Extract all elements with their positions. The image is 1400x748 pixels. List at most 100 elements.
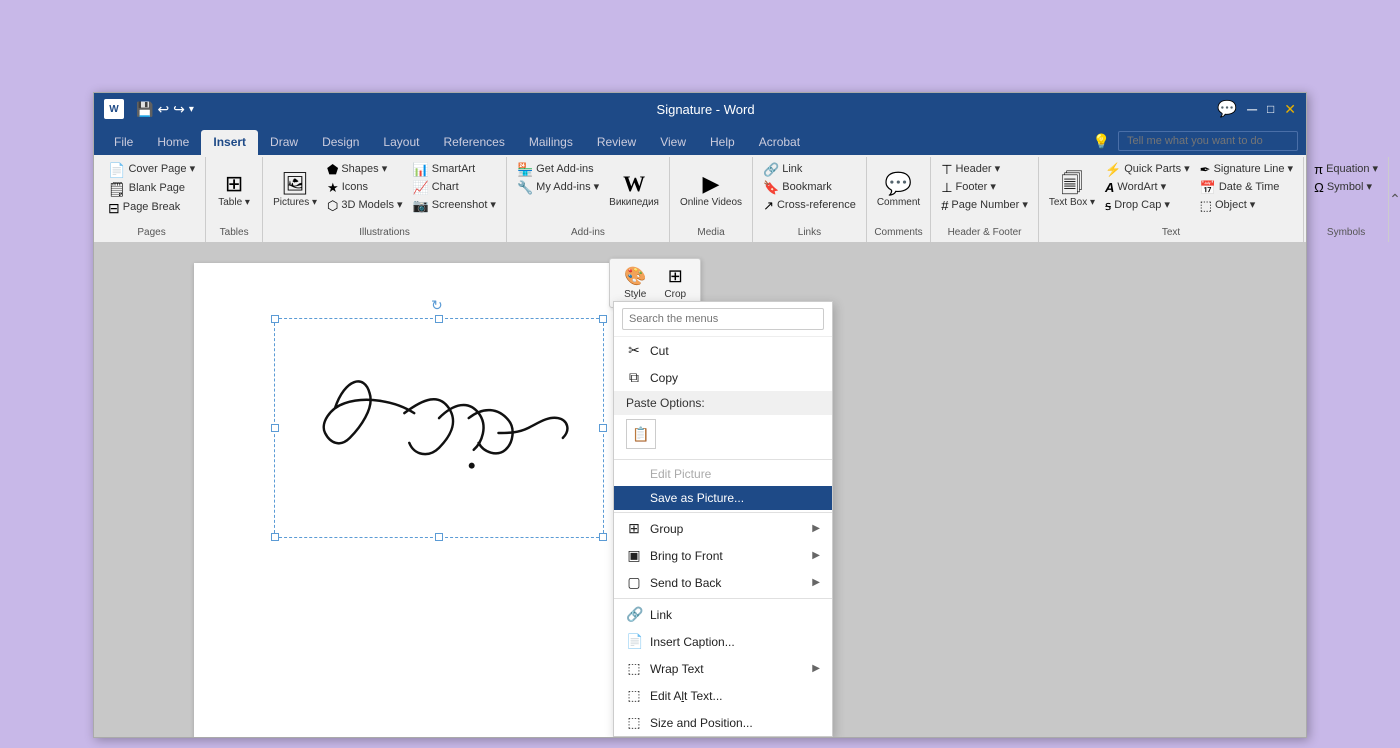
paste-options-row: 📋 [614,415,832,457]
edit-alt-text-menu-item[interactable]: ⬚ Edit Alt Text... [614,682,832,709]
size-position-icon: ⬚ [626,714,642,731]
link-menu-item[interactable]: 🔗 Link [614,601,832,628]
tab-draw[interactable]: Draw [258,130,310,155]
ribbon-collapse[interactable]: ⌃ [1389,157,1400,242]
close-button[interactable]: ✕ [1284,101,1296,118]
title-right: 💬 ─ □ ✕ [1217,99,1296,119]
wrap-text-menu-item[interactable]: ⬚ Wrap Text ▶ [614,655,832,682]
send-back-icon: ▢ [626,574,642,591]
resize-handle-tc[interactable] [435,315,443,323]
signature-line-button[interactable]: ✒ Signature Line ▾ [1196,161,1297,178]
send-back-arrow: ▶ [812,577,820,588]
3d-models-button[interactable]: ⬡ 3D Models ▾ [323,197,407,214]
pictures-button[interactable]: 🖼 Pictures ▾ [269,161,321,221]
search-menus-input[interactable] [622,308,824,330]
media-group-label: Media [697,227,724,240]
wordart-button[interactable]: A WordArt ▾ [1101,179,1194,196]
comment-icon[interactable]: 💬 [1217,99,1237,119]
illustrations-group-label: Illustrations [359,227,410,240]
insert-caption-menu-item[interactable]: 📄 Insert Caption... [614,628,832,655]
paste-keep-source-button[interactable]: 📋 [626,419,656,449]
group-arrow: ▶ [812,523,820,534]
resize-handle-mr[interactable] [599,424,607,432]
save-as-picture-menu-item[interactable]: Save as Picture... [614,486,832,510]
tab-references[interactable]: References [431,130,516,155]
tab-acrobat[interactable]: Acrobat [747,130,812,155]
footer-button[interactable]: ⊥ Footer ▾ [937,179,1032,196]
text-group-label: Text [1162,227,1180,240]
redo-icon[interactable]: ↪ [173,101,185,118]
resize-handle-tl[interactable] [271,315,279,323]
divider-1 [614,459,832,460]
quick-parts-button[interactable]: ⚡ Quick Parts ▾ [1101,161,1194,178]
save-icon[interactable]: 💾 [136,101,153,118]
symbol-button[interactable]: Ω Symbol ▾ [1310,179,1382,196]
app-icon: W [104,99,124,119]
header-button[interactable]: ⊤ Header ▾ [937,161,1032,178]
crop-button[interactable]: ⊞ Crop [658,263,692,303]
tab-view[interactable]: View [648,130,698,155]
tab-layout[interactable]: Layout [371,130,431,155]
my-addins-icon: 🔧 [517,181,533,194]
cross-reference-button[interactable]: ↗ Cross-reference [759,197,860,214]
tab-file[interactable]: File [102,130,145,155]
undo-icon[interactable]: ↩ [157,101,169,118]
tab-review[interactable]: Review [585,130,648,155]
online-videos-button[interactable]: ▶ Online Videos [676,161,746,221]
context-menu-search[interactable] [614,302,832,337]
tab-mailings[interactable]: Mailings [517,130,585,155]
maximize-button[interactable]: □ [1267,102,1274,116]
tab-home[interactable]: Home [145,130,201,155]
comment-button[interactable]: 💬 Comment [873,161,924,221]
blank-page-button[interactable]: 🗒 Blank Page [104,180,199,198]
equation-button[interactable]: π Equation ▾ [1310,161,1382,178]
smartart-button[interactable]: 📊 SmartArt [409,161,500,178]
text-box-button[interactable]: 🗐 Text Box ▾ [1045,161,1099,221]
page-break-button[interactable]: ⊟ Page Break [104,199,199,217]
customize-icon[interactable]: ▾ [189,104,194,115]
document-page: ↻ [194,263,624,737]
tab-insert[interactable]: Insert [201,130,258,155]
style-button[interactable]: 🎨 Style [618,263,652,303]
resize-handle-tr[interactable] [599,315,607,323]
tab-design[interactable]: Design [310,130,371,155]
edit-picture-menu-item[interactable]: Edit Picture [614,462,832,486]
bring-front-menu-item[interactable]: ▣ Bring to Front ▶ [614,542,832,569]
copy-menu-item[interactable]: ⧉ Copy [614,364,832,391]
resize-handle-bl[interactable] [271,533,279,541]
rotate-handle[interactable]: ↻ [431,297,443,314]
tell-me-input[interactable] [1118,131,1298,151]
my-addins-button[interactable]: 🔧 My Add-ins ▾ [513,179,603,196]
send-back-menu-item[interactable]: ▢ Send to Back ▶ [614,569,832,596]
link-icon: 🔗 [763,163,779,176]
resize-handle-bc[interactable] [435,533,443,541]
drop-cap-button[interactable]: ꟊ Drop Cap ▾ [1101,197,1194,214]
signature-image[interactable]: ↻ [274,318,604,538]
size-position-menu-item[interactable]: ⬚ Size and Position... [614,709,832,736]
table-button[interactable]: ⊞ Table ▾ [212,161,256,221]
link-button[interactable]: 🔗 Link [759,161,860,178]
group-menu-item[interactable]: ⊞ Group ▶ [614,515,832,542]
get-addins-button[interactable]: 🏪 Get Add-ins [513,161,603,178]
wikipedia-button[interactable]: W Википедия [605,161,663,221]
screenshot-button[interactable]: 📷 Screenshot ▾ [409,197,500,214]
table-icon: ⊞ [225,173,243,195]
bookmark-icon: 🔖 [763,181,779,194]
cover-page-button[interactable]: 📄 Cover Page ▾ [104,161,199,179]
resize-handle-br[interactable] [599,533,607,541]
document-area: ↻ [94,243,1306,737]
minimize-button[interactable]: ─ [1247,101,1257,117]
object-button[interactable]: ⬚ Object ▾ [1196,197,1297,214]
cut-menu-item[interactable]: ✂ Cut [614,337,832,364]
resize-handle-ml[interactable] [271,424,279,432]
window-title: Signature - Word [657,102,755,117]
date-time-button[interactable]: 📅 Date & Time [1196,179,1297,196]
shapes-button[interactable]: ⬟ Shapes ▾ [323,161,407,178]
page-number-button[interactable]: # Page Number ▾ [937,197,1032,214]
cut-icon: ✂ [626,342,642,359]
icons-button[interactable]: ★ Icons [323,179,407,196]
chart-button[interactable]: 📈 Chart [409,179,500,196]
ribbon-group-illustrations: 🖼 Pictures ▾ ⬟ Shapes ▾ ★ Icons ⬡ 3D Mod… [263,157,507,242]
bookmark-button[interactable]: 🔖 Bookmark [759,179,860,196]
tab-help[interactable]: Help [698,130,747,155]
